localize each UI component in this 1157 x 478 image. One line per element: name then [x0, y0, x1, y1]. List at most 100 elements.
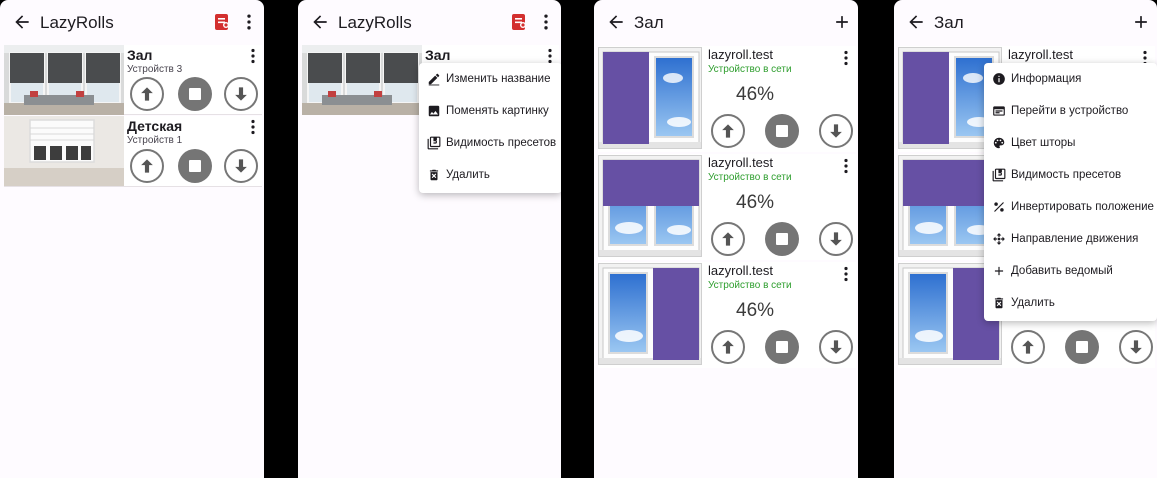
room-device-count: Устройств 1 — [127, 135, 183, 146]
close-curtain-button[interactable] — [819, 330, 853, 364]
room-devices-screen-with-menu: Зал lazyroll.testlazyroll.testlazyroll.t… — [894, 0, 1157, 478]
device-card[interactable]: lazyroll.test Устройство в сети 46% — [598, 46, 856, 152]
palette-icon — [992, 136, 1006, 150]
log-document-icon[interactable] — [511, 13, 527, 31]
device-card[interactable]: lazyroll.test Устройство в сети 46% — [598, 154, 856, 260]
add-device-icon[interactable] — [832, 12, 852, 32]
raise-all-button[interactable] — [130, 77, 164, 111]
curtain-preview-image — [598, 47, 702, 149]
overflow-menu-icon[interactable] — [536, 12, 556, 32]
menu-item-label: Инвертировать положение — [1011, 201, 1154, 213]
stop-button[interactable] — [1065, 330, 1099, 364]
stop-button[interactable] — [765, 330, 799, 364]
curtain-preview-image — [598, 263, 702, 365]
close-curtain-button[interactable] — [819, 222, 853, 256]
delete-icon — [427, 168, 441, 182]
open-curtain-button[interactable] — [1011, 330, 1045, 364]
percent-icon — [992, 200, 1006, 214]
raise-all-button[interactable] — [130, 149, 164, 183]
room-device-count: Устройств 3 — [127, 64, 183, 75]
device-status: Устройство в сети — [708, 172, 792, 183]
menu-item-invert-position[interactable]: Инвертировать положение — [984, 191, 1157, 223]
stop-icon — [189, 88, 201, 100]
room-photo-living-room — [302, 45, 422, 115]
menu-item-label: Цвет шторы — [1011, 137, 1076, 149]
menu-item-label: Направление движения — [1011, 233, 1139, 245]
room-title: Зал — [634, 13, 664, 32]
device-context-menu: Информация Перейти в устройство Цвет што… — [984, 63, 1157, 321]
stop-icon — [776, 125, 788, 137]
device-menu-icon[interactable] — [840, 266, 852, 282]
menu-item-label: Поменять картинку — [446, 105, 549, 117]
back-arrow-icon[interactable] — [906, 12, 926, 32]
menu-item-add-slave[interactable]: Добавить ведомый — [984, 255, 1157, 287]
room-name: Детская — [127, 118, 183, 134]
device-name: lazyroll.test — [708, 155, 774, 170]
stop-button[interactable] — [765, 114, 799, 148]
back-arrow-icon[interactable] — [12, 12, 32, 32]
room-photo-living-room — [4, 45, 124, 115]
top-app-bar: LazyRolls — [298, 0, 561, 44]
close-curtain-button[interactable] — [819, 114, 853, 148]
rooms-screen-with-menu: LazyRolls Зал Изменить название Поменять… — [298, 0, 561, 478]
rooms-screen: LazyRolls Зал Устройств 3 Детская Устрой… — [0, 0, 264, 478]
menu-item-label: Добавить ведомый — [1011, 265, 1113, 277]
arrow-up-icon — [718, 337, 738, 357]
menu-item-label: Удалить — [1011, 297, 1055, 309]
menu-item-preset-visibility[interactable]: Видимость пресетов — [419, 127, 561, 159]
arrow-down-icon — [826, 337, 846, 357]
menu-item-movement-direction[interactable]: Направление движения — [984, 223, 1157, 255]
menu-item-change-picture[interactable]: Поменять картинку — [419, 95, 561, 127]
plus-icon — [992, 264, 1006, 278]
arrow-up-icon — [718, 121, 738, 141]
room-menu-icon[interactable] — [247, 119, 259, 135]
move-icon — [992, 232, 1006, 246]
arrow-up-icon — [137, 156, 157, 176]
open-curtain-button[interactable] — [711, 330, 745, 364]
back-arrow-icon[interactable] — [606, 12, 626, 32]
open-curtain-button[interactable] — [711, 114, 745, 148]
menu-item-info[interactable]: Информация — [984, 63, 1157, 95]
image-icon — [427, 104, 441, 118]
menu-item-label: Изменить название — [446, 73, 551, 85]
room-menu-icon[interactable] — [544, 48, 556, 64]
stop-icon — [776, 233, 788, 245]
device-name: lazyroll.test — [708, 263, 774, 278]
app-title: LazyRolls — [40, 13, 114, 32]
room-name: Зал — [425, 47, 451, 63]
stop-all-button[interactable] — [178, 77, 212, 111]
stop-button[interactable] — [765, 222, 799, 256]
room-menu-icon[interactable] — [247, 48, 259, 64]
stop-icon — [1076, 341, 1088, 353]
arrow-down-icon — [231, 84, 251, 104]
close-curtain-button[interactable] — [1119, 330, 1153, 364]
add-device-icon[interactable] — [1131, 12, 1151, 32]
menu-item-label: Удалить — [446, 169, 490, 181]
menu-item-label: Видимость пресетов — [1011, 169, 1122, 181]
lower-all-button[interactable] — [224, 77, 258, 111]
overflow-menu-icon[interactable] — [239, 12, 259, 32]
position-percent: 46% — [736, 300, 775, 321]
menu-item-delete[interactable]: Удалить — [984, 287, 1157, 319]
open-curtain-button[interactable] — [711, 222, 745, 256]
room-card[interactable]: Детская Устройств 1 — [4, 116, 262, 187]
device-menu-icon[interactable] — [840, 158, 852, 174]
device-menu-icon[interactable] — [840, 50, 852, 66]
curtain-preview-image — [598, 155, 702, 257]
room-photo-kids-room — [4, 116, 124, 186]
arrow-up-icon — [1018, 337, 1038, 357]
back-arrow-icon[interactable] — [310, 12, 330, 32]
info-icon — [992, 72, 1006, 86]
room-card[interactable]: Зал Устройств 3 — [4, 45, 262, 115]
menu-item-open-device[interactable]: Перейти в устройство — [984, 95, 1157, 127]
menu-item-preset-visibility[interactable]: Видимость пресетов — [984, 159, 1157, 191]
menu-item-curtain-color[interactable]: Цвет шторы — [984, 127, 1157, 159]
menu-item-rename[interactable]: Изменить название — [419, 63, 561, 95]
position-percent: 46% — [736, 192, 775, 213]
device-card[interactable]: lazyroll.test Устройство в сети 46% — [598, 262, 856, 368]
lower-all-button[interactable] — [224, 149, 258, 183]
menu-item-delete[interactable]: Удалить — [419, 159, 561, 191]
arrow-down-icon — [826, 121, 846, 141]
stop-all-button[interactable] — [178, 149, 212, 183]
log-document-icon[interactable] — [214, 13, 230, 31]
